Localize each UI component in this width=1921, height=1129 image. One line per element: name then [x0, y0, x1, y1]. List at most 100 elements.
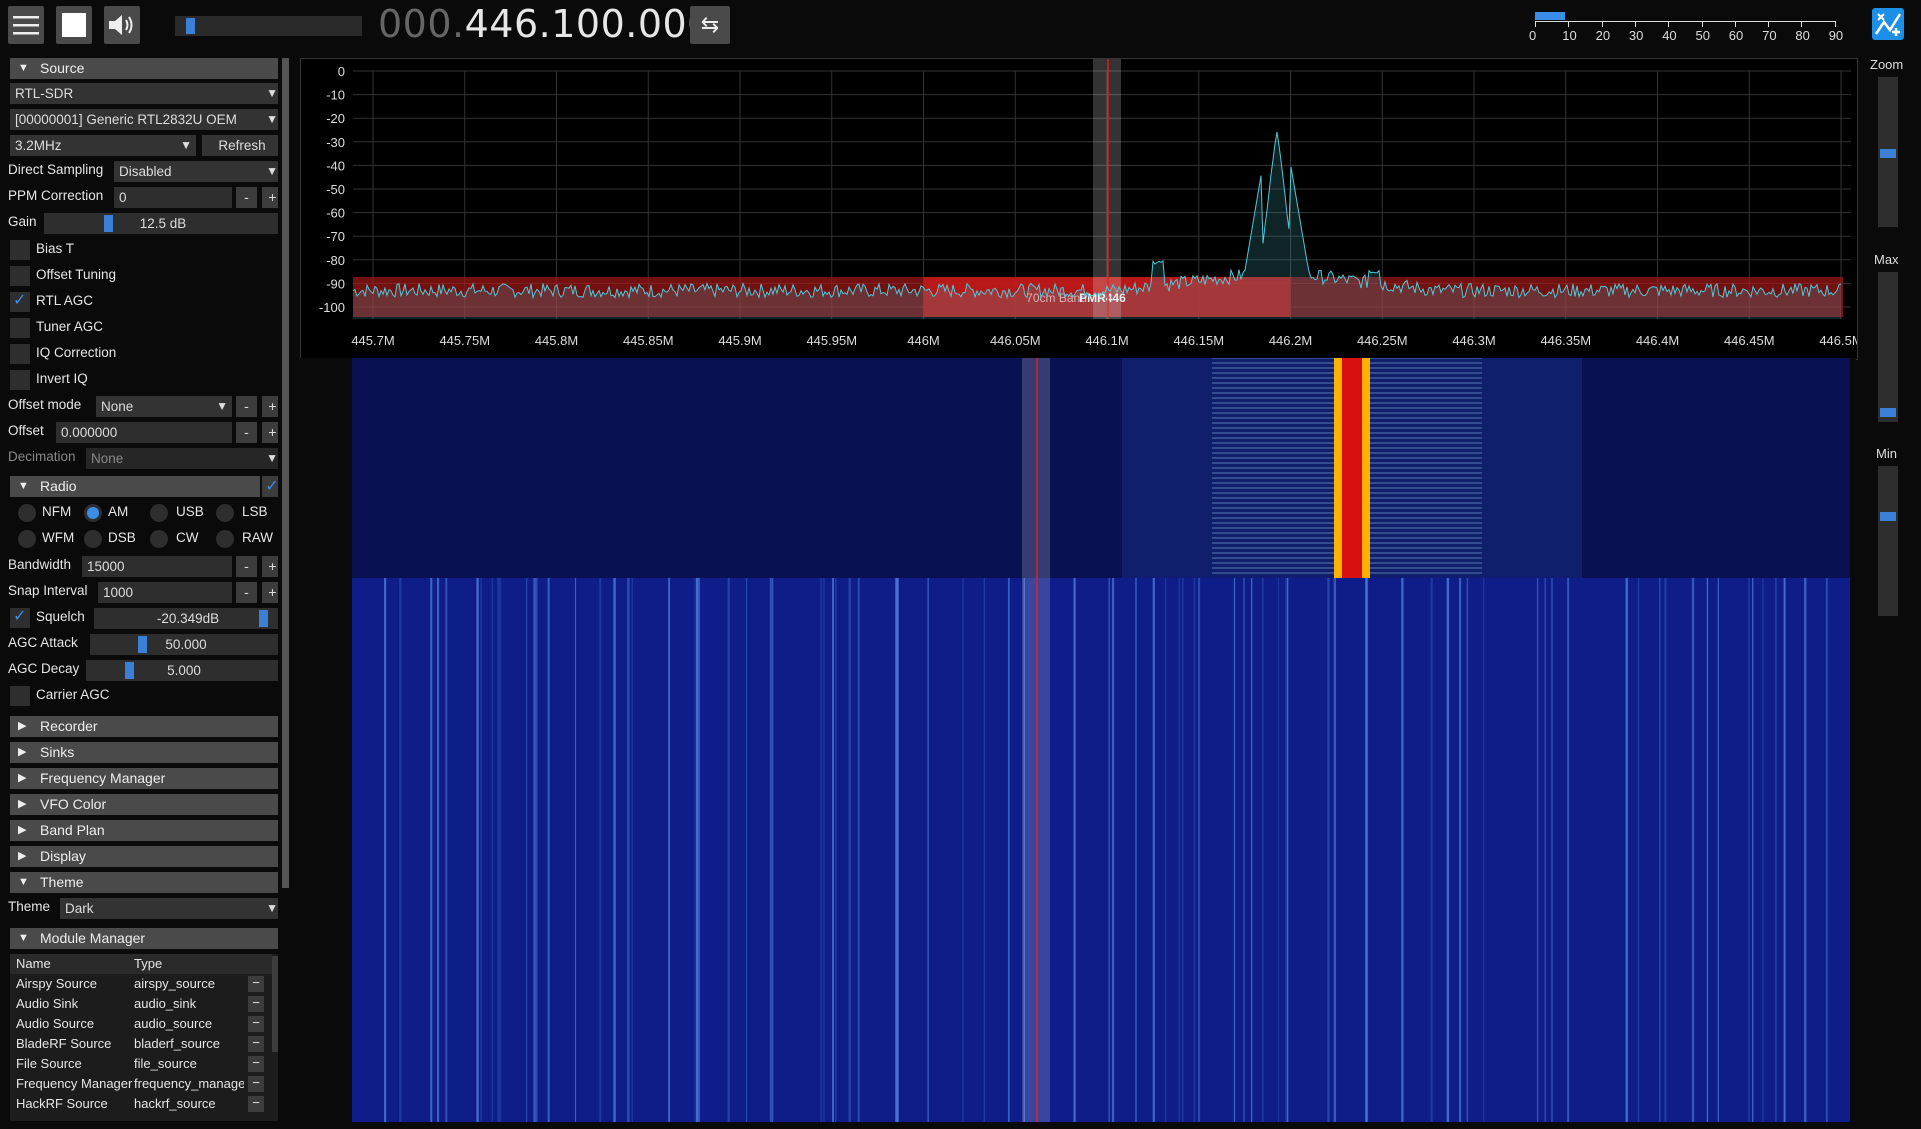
remove-module-button[interactable]: −: [248, 1076, 264, 1092]
squelch-slider-knob[interactable]: [259, 610, 269, 627]
table-row[interactable]: Airspy Source airspy_source −: [10, 974, 272, 994]
module-manager-section-header[interactable]: ▼ Module Manager: [10, 928, 278, 949]
volume-knob[interactable]: [186, 18, 196, 34]
mode-radio-am[interactable]: [84, 504, 102, 522]
mode-radio-cw[interactable]: [150, 530, 168, 548]
iq-correction-checkbox[interactable]: [10, 344, 30, 364]
max-slider[interactable]: [1878, 272, 1898, 422]
refresh-button[interactable]: Refresh: [202, 135, 278, 156]
remove-module-button[interactable]: −: [248, 1056, 264, 1072]
agc-decay-slider[interactable]: 5.000: [86, 660, 278, 681]
mute-button[interactable]: [104, 6, 140, 44]
remove-module-button[interactable]: −: [248, 996, 264, 1012]
mode-radio-raw[interactable]: [216, 530, 234, 548]
gain-slider-knob[interactable]: [103, 215, 113, 232]
recorder-section-header[interactable]: ▶ Recorder: [10, 716, 278, 737]
bandwidth-decrement-button[interactable]: -: [236, 556, 257, 577]
offset-mode-increment-button[interactable]: +: [262, 396, 278, 417]
ppm-decrement-button[interactable]: -: [236, 187, 257, 208]
agc-decay-knob[interactable]: [125, 662, 135, 679]
band-plan-section-header[interactable]: ▶ Band Plan: [10, 820, 278, 841]
app-logo-icon[interactable]: [1872, 8, 1904, 40]
rtl-agc-checkbox[interactable]: [10, 291, 30, 312]
vfo-color-section-header[interactable]: ▶ VFO Color: [10, 794, 278, 815]
tuning-mode-button[interactable]: ⇆: [690, 6, 730, 44]
offset-mode-decrement-button[interactable]: -: [236, 396, 257, 417]
scale-tick: [1801, 21, 1803, 27]
spectrum-plot[interactable]: 0 -10 -20 -30 -40 -50 -60 -70 -80 -90 -100 445.7M 44…: [300, 58, 1858, 360]
x-tick-label: 446.15M: [1173, 333, 1224, 348]
table-scrollbar[interactable]: [272, 956, 278, 1052]
decimation-value: None: [91, 451, 124, 466]
agc-attack-slider[interactable]: 50.000: [90, 634, 278, 655]
squelch-slider[interactable]: -20.349dB: [94, 608, 278, 629]
theme-select[interactable]: Dark ▼: [60, 898, 278, 919]
offset-mode-select[interactable]: None ▼: [96, 396, 232, 417]
table-row[interactable]: Audio Sink audio_sink −: [10, 994, 272, 1014]
mode-radio-nfm[interactable]: [18, 504, 36, 522]
zoom-slider[interactable]: [1878, 77, 1898, 227]
mode-radio-lsb[interactable]: [216, 504, 234, 522]
gain-slider[interactable]: 12.5 dB: [44, 213, 278, 234]
squelch-checkbox[interactable]: [10, 607, 30, 628]
display-section-header[interactable]: ▶ Display: [10, 846, 278, 867]
table-row[interactable]: Audio Source audio_source −: [10, 1014, 272, 1034]
sample-rate-select[interactable]: 3.2MHz ▼: [10, 135, 196, 156]
agc-attack-knob[interactable]: [138, 636, 147, 653]
tuner-agc-checkbox[interactable]: [10, 318, 30, 338]
table-row[interactable]: File Source file_source −: [10, 1054, 272, 1074]
table-row[interactable]: BladeRF Source bladerf_source −: [10, 1034, 272, 1054]
offset-input[interactable]: 0.000000: [56, 422, 232, 443]
waterfall-display[interactable]: [300, 358, 1856, 1122]
decimation-select[interactable]: None ▼: [86, 448, 278, 469]
source-type-select[interactable]: RTL-SDR ▼: [10, 83, 278, 104]
remove-module-button[interactable]: −: [248, 1036, 264, 1052]
module-table: Name Type Airspy Source airspy_source − Aud…: [10, 954, 278, 1121]
bandwidth-increment-button[interactable]: +: [262, 556, 278, 577]
direct-sampling-select[interactable]: Disabled ▼: [114, 161, 278, 182]
theme-section-header[interactable]: ▼ Theme: [10, 872, 278, 893]
menu-button[interactable]: [8, 6, 44, 44]
radio-enable-checkbox[interactable]: ✓: [262, 476, 278, 497]
sinks-section-header[interactable]: ▶ Sinks: [10, 742, 278, 763]
device-select[interactable]: [00000001] Generic RTL2832U OEM ▼: [10, 109, 278, 130]
bandwidth-input[interactable]: 15000: [82, 556, 232, 577]
remove-module-button[interactable]: −: [248, 1016, 264, 1032]
remove-module-button[interactable]: −: [248, 1096, 264, 1112]
mode-radio-wfm[interactable]: [18, 530, 36, 548]
volume-slider[interactable]: [175, 16, 362, 36]
ppm-input[interactable]: 0: [114, 187, 232, 208]
mode-label-nfm: NFM: [42, 504, 72, 519]
spectrum-svg[interactable]: 0 -10 -20 -30 -40 -50 -60 -70 -80 -90 -100 445.7M 44…: [301, 59, 1857, 359]
section-title: Recorder: [40, 718, 98, 734]
zoom-slider-knob[interactable]: [1880, 149, 1896, 158]
remove-module-button[interactable]: −: [248, 976, 264, 992]
min-slider[interactable]: [1878, 466, 1898, 616]
frequency-leading-zeros[interactable]: 000.: [378, 2, 465, 46]
waterfall-svg[interactable]: [300, 358, 1856, 1122]
scale-tick: [1668, 21, 1670, 27]
ppm-increment-button[interactable]: +: [262, 187, 278, 208]
offset-increment-button[interactable]: +: [262, 422, 278, 443]
play-stop-button[interactable]: [56, 6, 92, 44]
max-slider-knob[interactable]: [1880, 408, 1896, 417]
min-slider-knob[interactable]: [1880, 512, 1896, 521]
offset-decrement-button[interactable]: -: [236, 422, 257, 443]
snap-interval-input[interactable]: 1000: [98, 582, 232, 603]
radio-section-header[interactable]: ▼ Radio: [10, 476, 260, 497]
table-row[interactable]: Frequency Manager frequency_manager −: [10, 1074, 272, 1094]
carrier-agc-checkbox[interactable]: [10, 686, 30, 706]
bias-t-checkbox[interactable]: [10, 240, 30, 260]
frequency-display[interactable]: 000.446.100.000: [378, 2, 712, 46]
side-panel-scrollbar[interactable]: [282, 58, 289, 888]
snap-decrement-button[interactable]: -: [236, 582, 257, 603]
table-row[interactable]: HackRF Source hackrf_source −: [10, 1094, 272, 1114]
mode-radio-usb[interactable]: [150, 504, 168, 522]
snap-increment-button[interactable]: +: [262, 582, 278, 603]
frequency-manager-section-header[interactable]: ▶ Frequency Manager: [10, 768, 278, 789]
source-section-header[interactable]: ▼ Source: [10, 58, 278, 79]
invert-iq-checkbox[interactable]: [10, 370, 30, 390]
offset-tuning-checkbox[interactable]: [10, 266, 30, 286]
frequency-value[interactable]: 446.100.000: [465, 2, 712, 46]
mode-radio-dsb[interactable]: [84, 530, 102, 548]
